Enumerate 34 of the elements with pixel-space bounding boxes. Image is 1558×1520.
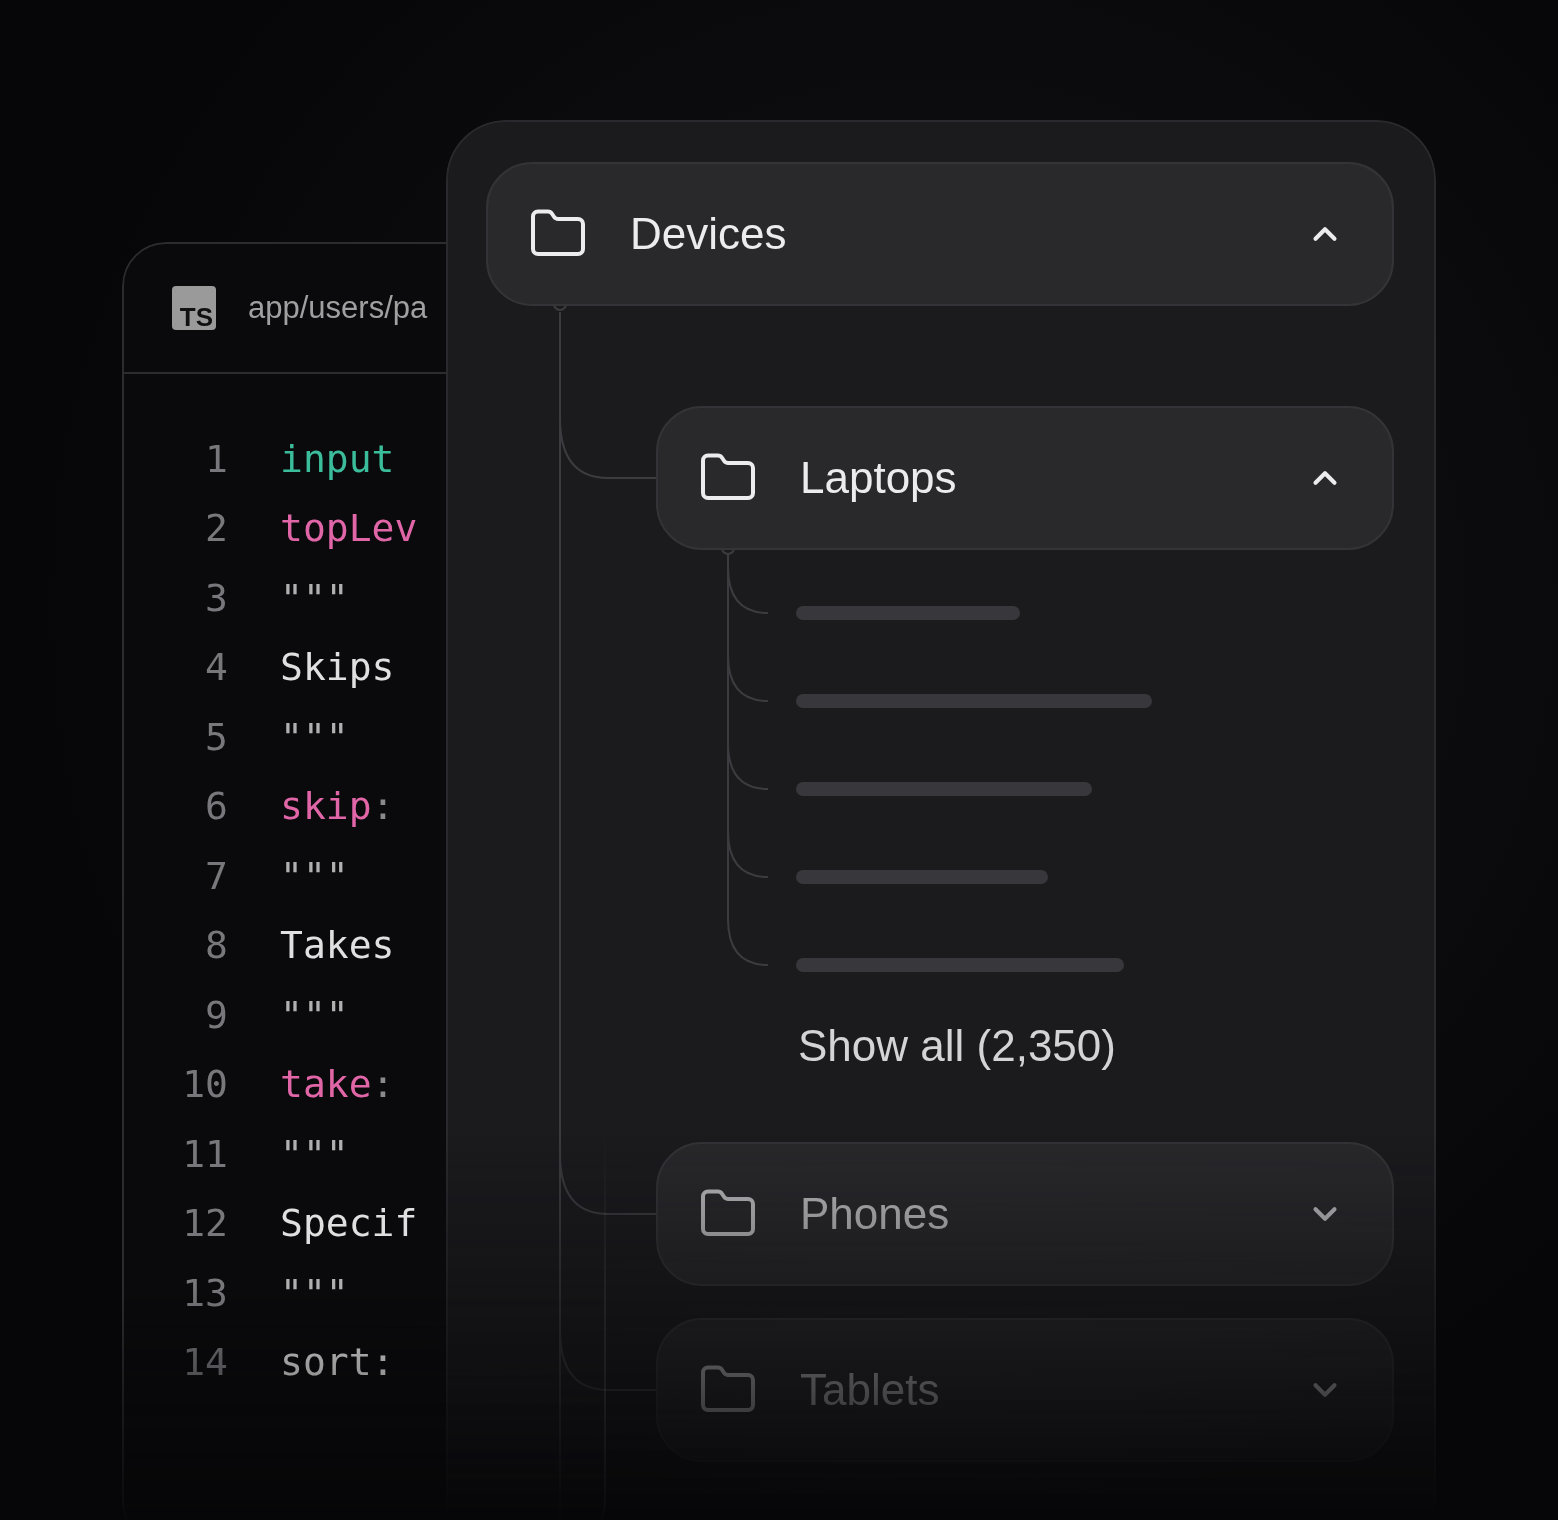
line-number: 6 <box>204 784 228 829</box>
code-line: """ <box>280 1131 349 1176</box>
line-number: 10 <box>181 1062 228 1107</box>
line-number: 13 <box>181 1270 228 1315</box>
line-number: 11 <box>181 1131 228 1176</box>
tree-item[interactable]: Phones <box>656 1142 1394 1286</box>
line-number: 5 <box>204 714 228 759</box>
line-number: 8 <box>204 923 228 968</box>
code-line: """ <box>280 1270 349 1315</box>
code-line: """ <box>280 853 349 898</box>
line-number: 4 <box>204 645 228 690</box>
code-line: """ <box>280 714 349 759</box>
code-line: Specif <box>280 1201 418 1246</box>
line-number: 12 <box>181 1201 228 1246</box>
code-line: """ <box>280 575 349 620</box>
file-path: app/users/pa <box>248 290 428 326</box>
tree-item[interactable]: Devices <box>486 162 1394 306</box>
line-number: 14 <box>181 1340 228 1385</box>
line-number: 3 <box>204 575 228 620</box>
line-number: 9 <box>204 992 228 1037</box>
code-line: input <box>280 436 395 481</box>
code-line: take: <box>280 1062 395 1107</box>
code-line: Skips <box>280 645 395 690</box>
code-line: Takes <box>280 923 395 968</box>
code-line: sort: <box>280 1340 395 1385</box>
code-line: topLev <box>280 506 418 551</box>
tree-item[interactable]: Laptops <box>656 406 1394 550</box>
show-all-link[interactable]: Show all (2,350) <box>798 1018 1116 1074</box>
typescript-file-icon: TS <box>172 286 216 330</box>
code-line: skip: <box>280 784 395 829</box>
code-line: """ <box>280 992 349 1037</box>
line-number: 2 <box>204 506 228 551</box>
line-number: 7 <box>204 853 228 898</box>
line-number: 1 <box>204 436 228 481</box>
